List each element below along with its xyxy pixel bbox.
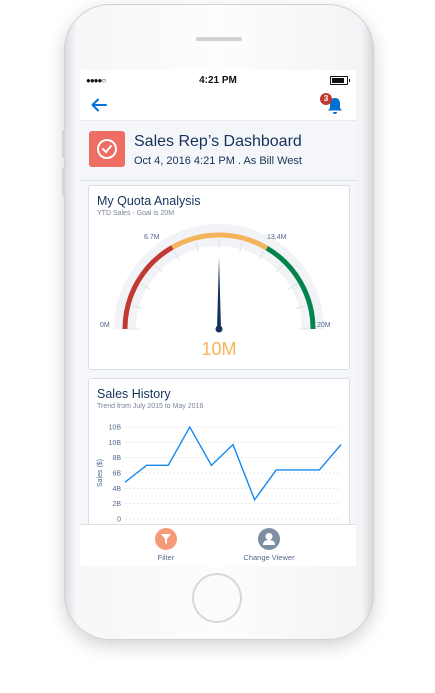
volume-button-lower [62,168,65,196]
filter-label: Filter [157,553,175,562]
dashboard-title: Sales Rep’s Dashboard [134,133,302,150]
sales-line-chart: 0 2B 4B 6B 8B 10B 10B Sales ($) [97,425,342,530]
y-tick-label: 10B [109,440,122,447]
y-tick-label: 2B [112,501,121,508]
status-bar: ●●●●○ 4:21 PM [80,70,356,90]
y-tick-label: 10B [109,425,122,432]
filter-icon [155,528,177,550]
gauge-icon [97,139,117,159]
quota-analysis-card[interactable]: My Quota Analysis YTD Sales - Goal is 20… [88,185,350,370]
notification-badge: 3 [320,93,332,105]
volume-button [62,130,65,158]
app-screen: ●●●●○ 4:21 PM 3 Sales Rep’s Dashboard Oc… [80,70,356,566]
y-tick-label: 0 [117,517,121,524]
dashboard-subtitle: Oct 4, 2016 4:21 PM . As Bill West [134,155,302,167]
sales-history-card[interactable]: Sales History Trend from July 2015 to Ma… [88,378,350,540]
phone-speaker [196,37,242,41]
filter-tab[interactable]: Filter [126,528,206,562]
user-icon [258,528,280,550]
battery-icon [330,76,350,85]
nav-bar: 3 [80,90,356,121]
y-tick-label: 6B [112,471,121,478]
bottom-tab-bar: Filter Change Viewer [80,524,356,566]
gauge-label-max: 20M [317,322,331,329]
change-viewer-label: Change Viewer [243,553,295,562]
back-arrow-icon[interactable] [90,96,108,114]
y-tick-label: 4B [112,486,121,493]
y-axis-label: Sales ($) [97,459,104,487]
gauge-label-high: 13.4M [267,234,287,241]
gauge-needle-hub [215,325,223,333]
y-tick-label: 8B [112,455,121,462]
status-time: 4:21 PM [199,75,237,86]
home-button[interactable] [192,573,242,623]
dashboard-icon [89,131,125,167]
gauge-needle [217,257,221,329]
series-line [124,425,342,502]
change-viewer-tab[interactable]: Change Viewer [229,528,309,562]
gauge-label-min: 0M [100,322,110,329]
gauge-label-low: 6.7M [144,234,160,241]
notifications-button[interactable]: 3 [320,93,346,116]
gauge-value: 10M [201,339,237,359]
dashboard-header: Sales Rep’s Dashboard Oct 4, 2016 4:21 P… [80,121,356,181]
